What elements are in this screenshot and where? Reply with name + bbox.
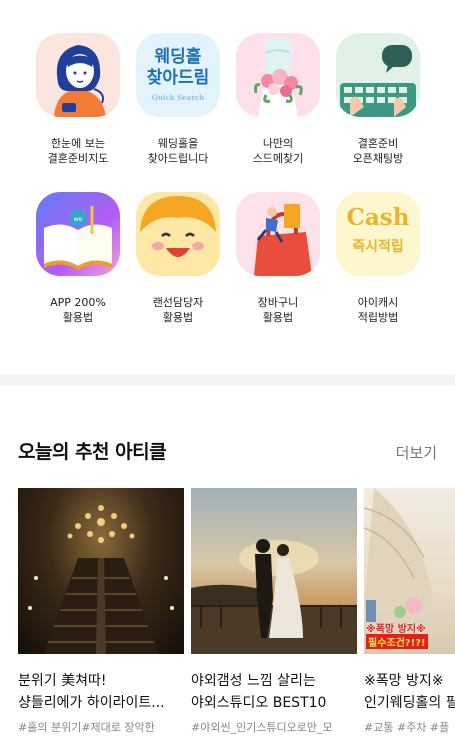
shopping-bag-icon bbox=[236, 192, 320, 276]
article-card[interactable]: ※폭망 방지※ 필수조건?!?! ※폭망 방지※ 인기웨딩홀의 필 #교통 #주차… bbox=[364, 488, 455, 735]
wedding-dress-icon bbox=[236, 33, 320, 117]
keyboard-chat-icon bbox=[336, 33, 420, 117]
menu-item-icash[interactable]: Cash 즉시적립 아이캐시 적립방법 bbox=[328, 192, 428, 325]
menu-item-cart[interactable]: 장바구니 활용법 bbox=[228, 192, 328, 325]
more-link[interactable]: 더보기 bbox=[396, 442, 437, 463]
menu-item-label: 결혼준비 오픈채팅방 bbox=[352, 137, 404, 165]
svg-text:we: we bbox=[74, 216, 83, 223]
menu-item-label: 웨딩홀을 찾아드립니다 bbox=[147, 137, 209, 165]
wedding-hall-search-icon: 웨딩홀 찾아드림 Quick Search bbox=[136, 33, 220, 117]
article-card[interactable]: 야외갬성 느낌 살리는 야외스튜디오 BEST10 #야외씬_인기스튜디오로만_모 bbox=[191, 488, 357, 735]
smiling-face-icon bbox=[136, 192, 220, 276]
woman-phone-icon bbox=[36, 33, 120, 117]
article-tags: #홀의 분위기#제대로 장악한 bbox=[18, 721, 155, 734]
article-title: 야외갬성 느낌 살리는 야외스튜디오 BEST10 bbox=[191, 673, 327, 711]
article-title: 분위기 美쳐따! 샹들리에가 하이라이트... bbox=[18, 673, 165, 711]
app-book-icon: we bbox=[36, 192, 120, 276]
article-card[interactable]: 분위기 美쳐따! 샹들리에가 하이라이트... #홀의 분위기#제대로 장악한 bbox=[18, 488, 184, 735]
section-title: 오늘의 추천 아티클 bbox=[18, 441, 167, 463]
bright-hall-photo: ※폭망 방지※ 필수조건?!?! bbox=[364, 488, 455, 654]
article-carousel[interactable]: 분위기 美쳐따! 샹들리에가 하이라이트... #홀의 분위기#제대로 장악한 야… bbox=[18, 488, 455, 744]
chandelier-hall-photo bbox=[18, 488, 184, 654]
menu-item-wedding-map[interactable]: 한눈에 보는 결혼준비지도 bbox=[28, 33, 128, 166]
section-divider bbox=[0, 374, 455, 386]
article-tags: #교통 #주차 #플 bbox=[364, 721, 450, 734]
menu-item-label: 랜선담당자 활용법 bbox=[152, 296, 204, 324]
menu-item-label: 한눈에 보는 결혼준비지도 bbox=[47, 137, 109, 165]
menu-item-hall-search[interactable]: 웨딩홀 찾아드림 Quick Search 웨딩홀을 찾아드립니다 bbox=[128, 33, 228, 166]
menu-item-label: 아이캐시 적립방법 bbox=[357, 296, 399, 324]
menu-item-sdm-finder[interactable]: 나만의 스드메찾기 bbox=[228, 33, 328, 166]
menu-item-app-guide[interactable]: we APP 200% 활용법 bbox=[28, 192, 128, 325]
menu-item-label: APP 200% 활용법 bbox=[50, 296, 106, 324]
menu-item-label: 장바구니 활용법 bbox=[257, 296, 299, 324]
menu-item-lanseon-manager[interactable]: 랜선담당자 활용법 bbox=[128, 192, 228, 325]
article-title: ※폭망 방지※ 인기웨딩홀의 필 bbox=[364, 673, 455, 711]
outdoor-couple-photo bbox=[191, 488, 357, 654]
menu-item-open-chat[interactable]: 결혼준비 오픈채팅방 bbox=[328, 33, 428, 166]
article-tags: #야외씬_인기스튜디오로만_모 bbox=[191, 721, 333, 734]
cash-icon: Cash 즉시적립 bbox=[336, 192, 420, 276]
menu-item-label: 나만의 스드메찾기 bbox=[252, 137, 304, 165]
